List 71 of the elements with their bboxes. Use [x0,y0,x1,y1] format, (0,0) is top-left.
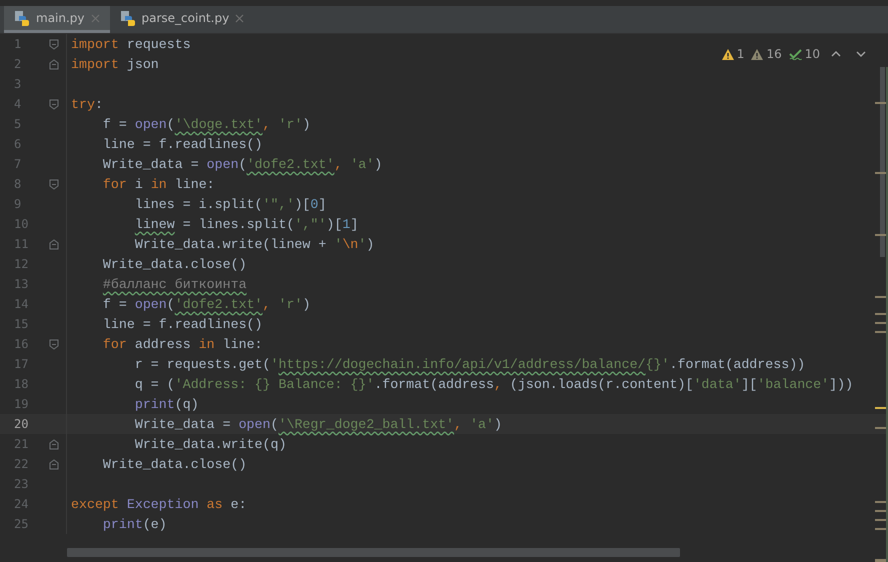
line-number: 14 [13,297,30,311]
close-icon[interactable] [235,14,244,22]
line-number: 9 [13,197,22,211]
line-number: 18 [13,377,30,391]
line-number: 23 [13,477,30,491]
code-line: Write_data.close() [102,456,247,472]
fold-icon[interactable] [49,58,59,70]
file-tab[interactable]: parse_coint.py [110,6,254,33]
line-number: 16 [13,337,30,351]
code-line: for i in line: [102,176,215,192]
close-icon[interactable] [90,14,100,22]
warning-icon [751,48,764,60]
line-number: 24 [13,497,30,511]
check-icon [788,48,802,60]
code-line: print(e) [102,516,167,532]
code-line: import requests [70,36,191,52]
code-line: line = f.readlines() [102,316,263,332]
code-line: linew = lines.split(',"')[1] [134,216,358,232]
line-number: 20 [13,417,30,431]
line-number: 17 [13,357,30,371]
line-number: 21 [13,437,30,451]
line-number: 5 [13,117,22,131]
horizontal-scrollbar[interactable] [67,548,680,557]
python-file-icon [14,10,30,26]
line-number: 4 [13,97,22,111]
code-line: lines = i.split('",')[0] [134,196,326,212]
fold-icon[interactable] [49,98,59,110]
next-icon[interactable] [856,51,866,57]
code-line: Write_data.close() [102,256,247,272]
code-line: f = open('\doge.txt', 'r') [102,116,310,132]
inspection-count[interactable]: 10 [788,47,820,61]
code-line: Write_data.write(linew + '\n') [134,236,374,252]
line-number: 22 [13,457,30,471]
code-line: import json [70,56,159,72]
python-file-icon [120,10,136,26]
code-line: Write_data = open('\Regr_doge2_ball.txt', 'a') [134,416,502,432]
fold-icon[interactable] [49,178,59,190]
fold-icon[interactable] [49,238,59,250]
fold-icon[interactable] [49,458,59,470]
inspection-count[interactable]: 1 [722,47,744,61]
warning-icon [722,48,734,60]
code-line: except Exception as e: [70,496,247,512]
fold-icon[interactable] [49,338,59,350]
inspection-count[interactable]: 16 [751,47,782,61]
code-line: q = ('Address: {} Balance: {}'.format(address, (json.loads(r.content)['data']['balance'])) [134,376,854,392]
line-number: 8 [13,177,22,191]
fold-icon[interactable] [49,38,59,50]
line-number: 12 [13,257,30,271]
code-line: r = requests.get('https://dogechain.info/api/v1/address/balance/{}'.format(address)) [134,356,806,372]
code-line: for address in line: [102,336,263,352]
line-number: 25 [13,517,30,531]
fold-icon[interactable] [49,438,59,450]
code-line: f = open('dofe2.txt', 'r') [102,296,310,312]
line-number: 10 [13,217,30,231]
line-number: 2 [13,57,22,71]
code-line: Write_data.write(q) [134,436,286,452]
file-tab[interactable]: main.py [4,6,110,33]
line-number: 7 [13,157,22,171]
code-line: line = f.readlines() [102,136,263,152]
line-number: 11 [13,237,30,251]
line-number: 3 [13,77,22,91]
code-line: try: [70,96,103,112]
code-line: #балланс биткоинта [102,276,247,292]
line-number: 19 [13,397,30,411]
previous-icon[interactable] [831,51,841,57]
line-number: 13 [13,277,30,291]
line-number: 6 [13,137,22,151]
line-number: 15 [13,317,30,331]
line-number: 1 [13,37,22,51]
code-line: Write_data = open('dofe2.txt', 'a') [102,156,382,172]
code-line: print(q) [134,396,199,412]
